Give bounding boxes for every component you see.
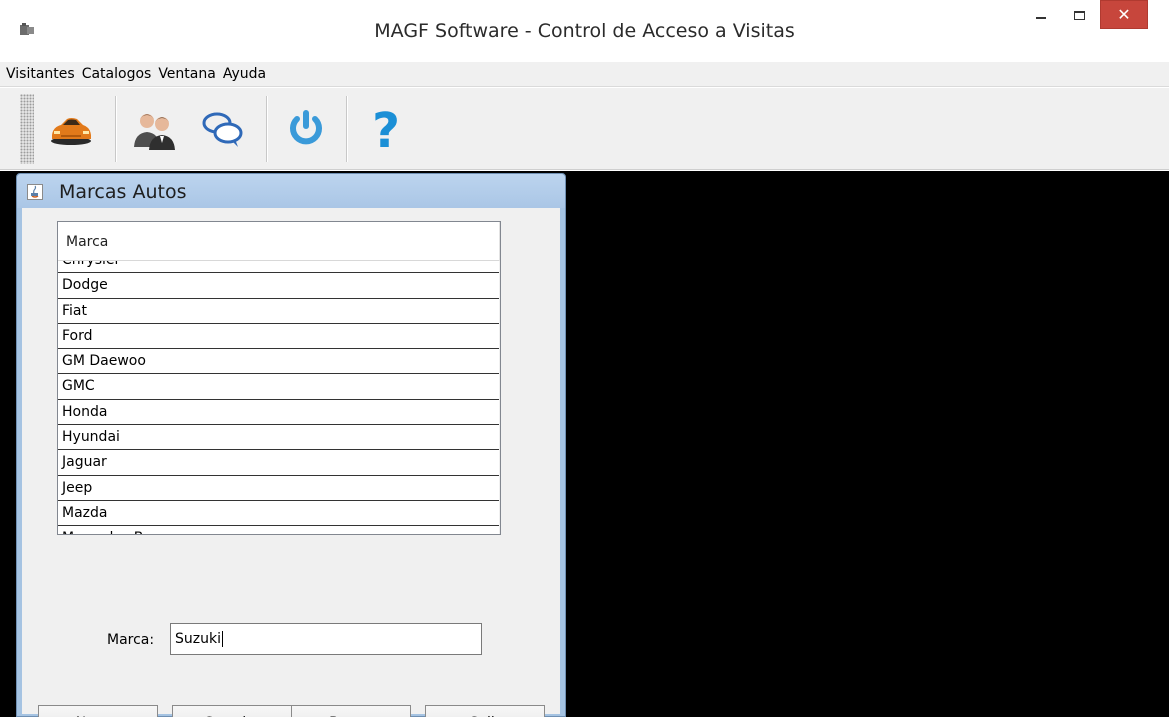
toolbar-help-button[interactable]: ? [352,94,418,164]
table-row[interactable]: Hyundai [58,425,500,451]
minimize-icon [1036,17,1046,19]
java-frame-icon [27,184,43,200]
table-row[interactable]: Mercedes Benz [58,526,500,534]
menu-ayuda[interactable]: Ayuda [223,66,266,82]
table-row[interactable]: Jeep [58,476,500,501]
table-row[interactable]: Mazda [58,501,500,527]
marcas-autos-frame: Marcas Autos Marca ChryslerDodgeFiatFord… [16,173,566,717]
scroll-down-button[interactable] [499,516,500,534]
table-row[interactable]: GM Daewoo [58,349,500,375]
menu-visitantes[interactable]: Visitantes [6,66,75,82]
toolbar-chat-button[interactable] [188,94,254,164]
toolbar-separator [266,96,268,162]
table-row[interactable]: Ford [58,324,500,350]
chat-bubbles-icon [202,112,243,147]
table-row[interactable]: Fiat [58,299,500,324]
menu-catalogos[interactable]: Catalogos [82,66,152,82]
frame-title-bar[interactable]: Marcas Autos [17,174,565,208]
salir-button[interactable]: Salir [425,705,545,717]
borrar-button[interactable]: Borrar [291,705,411,717]
car-icon [51,118,91,145]
table-row[interactable]: GMC [58,374,500,400]
toolbar-grip[interactable] [20,94,34,164]
close-icon: ✕ [1117,5,1131,24]
table-row[interactable]: Dodge [58,273,500,299]
table-row[interactable]: Jaguar [58,450,500,476]
toolbar-users-button[interactable] [120,94,186,164]
column-header-marca: Marca [66,234,109,250]
frame-title: Marcas Autos [59,181,187,203]
maximize-button[interactable] [1061,0,1097,30]
power-icon [290,110,322,145]
text-caret [221,631,223,647]
users-icon [134,114,175,150]
table-body: ChryslerDodgeFiatFordGM DaewooGMCHondaHy… [58,261,500,534]
maximize-icon [1073,10,1085,20]
toolbar-visitantes-button[interactable] [37,94,103,164]
title-bar: MAGF Software - Control de Acceso a Visi… [0,0,1169,62]
header-divider [499,222,500,261]
close-button[interactable]: ✕ [1100,0,1148,29]
window-title: MAGF Software - Control de Acceso a Visi… [374,20,795,42]
marca-input[interactable]: Suzuki [170,623,482,655]
toolbar-separator [346,96,348,162]
marcas-table: Marca ChryslerDodgeFiatFordGM DaewooGMCH… [57,221,501,535]
nuevo-button[interactable]: Nuevo [38,705,158,717]
toolbar-exit-button[interactable] [272,94,338,164]
table-row[interactable]: Chrysler [58,261,500,274]
frame-content: Marca ChryslerDodgeFiatFordGM DaewooGMCH… [22,208,560,717]
marca-input-value: Suzuki [175,631,221,647]
table-header[interactable]: Marca [58,222,500,261]
toolbar-separator [115,96,117,162]
scroll-up-button[interactable] [499,265,500,285]
guardar-button[interactable]: Guardar [172,705,292,717]
minimize-button[interactable] [1023,0,1059,30]
help-icon: ? [372,105,400,153]
table-scrollbar[interactable] [499,261,500,534]
marca-label: Marca: [107,632,155,648]
toolbar: ? [0,88,1169,170]
menu-bar: Visitantes Catalogos Ventana Ayuda [0,62,1169,87]
table-row[interactable]: Honda [58,400,500,426]
svg-text:?: ? [372,105,400,153]
menu-ventana[interactable]: Ventana [158,66,216,82]
